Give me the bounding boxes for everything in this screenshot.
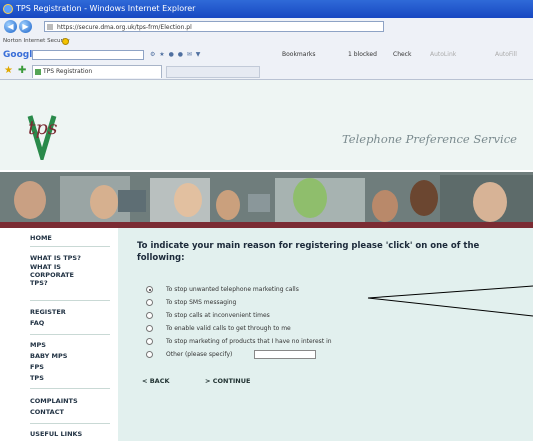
form-heading: To indicate your main reason for registe… (137, 241, 480, 263)
sidebar-item-complaints[interactable]: COMPLAINTS (30, 397, 110, 405)
sidebar-item-register[interactable]: REGISTER (30, 308, 110, 316)
back-arrow-icon[interactable]: ◀ (4, 20, 17, 33)
tab-bar: ★ ✚ TPS Registration (0, 63, 533, 80)
new-tab-button[interactable] (166, 66, 260, 78)
logo-text: tps (28, 117, 58, 139)
autolink-button[interactable]: AutoLink (430, 47, 456, 63)
sidebar-item-what-is-corporate-tps[interactable]: WHAT IS CORPORATE TPS? (30, 263, 74, 287)
sidebar-item-useful-links[interactable]: USEFUL LINKS (30, 430, 110, 438)
nav-divider (30, 300, 110, 301)
favorites-star-icon[interactable]: ★ (4, 65, 13, 77)
sidebar-item-fps[interactable]: FPS (30, 363, 110, 371)
back-link[interactable]: < BACK (142, 377, 170, 385)
other-reason-input[interactable] (254, 350, 316, 359)
window-titlebar: TPS Registration - Windows Internet Expl… (0, 0, 533, 18)
sidebar-item-mps[interactable]: MPS (30, 341, 110, 349)
google-search-input[interactable] (32, 50, 144, 60)
nav-divider (30, 246, 110, 247)
tps-logo[interactable]: tps (16, 112, 76, 160)
nav-divider (30, 423, 110, 424)
radio-button[interactable] (146, 286, 153, 293)
sidebar-item-tps[interactable]: TPS (30, 374, 110, 382)
address-toolbar: ◀ ▶ https://secure.dma.org.uk/tps-frm/El… (0, 18, 533, 37)
address-bar[interactable]: https://secure.dma.org.uk/tps-frm/Electi… (44, 21, 384, 32)
site-title: Telephone Preference Service (342, 132, 517, 146)
option-label: Other (please specify) (166, 351, 233, 358)
google-toolbar-icons[interactable]: ⚙ ★ ● ● ✉ ▼ (150, 47, 201, 63)
autofill-button[interactable]: AutoFill (495, 47, 517, 63)
radio-button[interactable] (146, 312, 153, 319)
security-toolbar: Norton Internet Security (0, 36, 533, 47)
nav-divider (30, 388, 110, 389)
photo-banner (0, 172, 533, 222)
option-label: To stop unwanted telephone marketing cal… (166, 286, 299, 293)
popup-blocked-button[interactable]: 1 blocked (348, 47, 377, 63)
sidebar-nav: HOME WHAT IS TPS? WHAT IS CORPORATE TPS?… (30, 234, 110, 441)
option-label: To enable valid calls to get through to … (166, 325, 291, 332)
banner-photos (0, 172, 533, 222)
security-label: Norton Internet Security (3, 38, 70, 44)
radio-button[interactable] (146, 299, 153, 306)
spell-check-button[interactable]: Check (393, 47, 411, 63)
option-label: To stop calls at inconvenient times (166, 312, 270, 319)
option-label: To stop marketing of products that I hav… (166, 338, 332, 345)
tab-tps-registration[interactable]: TPS Registration (32, 65, 162, 78)
address-url: https://secure.dma.org.uk/tps-frm/Electi… (57, 24, 192, 31)
tab-label: TPS Registration (43, 68, 93, 75)
sidebar-item-home[interactable]: HOME (30, 234, 110, 242)
forward-arrow-icon[interactable]: ▶ (19, 20, 32, 33)
radio-button[interactable] (146, 351, 153, 358)
nav-divider (30, 334, 110, 335)
sidebar-item-contact[interactable]: CONTACT (30, 408, 110, 416)
radio-button[interactable] (146, 338, 153, 345)
sidebar-item-baby-mps[interactable]: BABY MPS (30, 352, 110, 360)
add-favorite-icon[interactable]: ✚ (18, 65, 26, 77)
site-header (0, 80, 533, 170)
internet-explorer-icon (3, 4, 13, 14)
sidebar-item-faq[interactable]: FAQ (30, 319, 110, 327)
security-status-icon[interactable] (62, 38, 69, 45)
window-title: TPS Registration - Windows Internet Expl… (16, 4, 196, 13)
radio-button[interactable] (146, 325, 153, 332)
sidebar-item-what-is-tps[interactable]: WHAT IS TPS? (30, 254, 110, 262)
page-icon (47, 24, 53, 30)
continue-link[interactable]: > CONTINUE (205, 377, 250, 385)
google-toolbar: Google ⚙ ★ ● ● ✉ ▼ Bookmarks 1 blocked C… (0, 47, 533, 64)
bookmarks-button[interactable]: Bookmarks (282, 47, 316, 63)
option-label: To stop SMS messaging (166, 299, 237, 306)
tab-favicon (35, 69, 41, 75)
